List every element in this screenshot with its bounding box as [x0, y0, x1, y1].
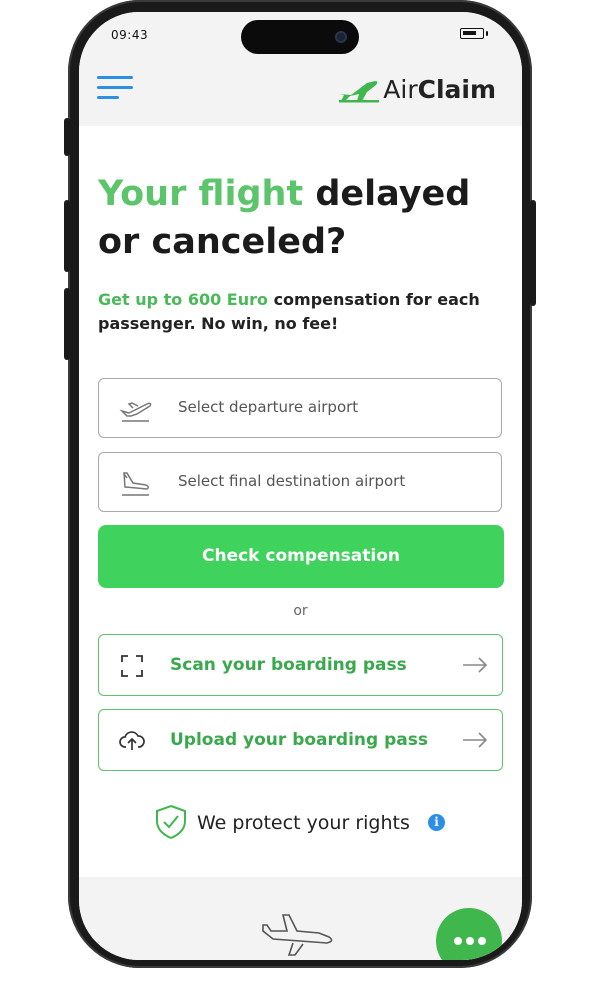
- trust-label: We protect your rights: [197, 812, 410, 834]
- dynamic-island: [241, 20, 359, 54]
- app-screen: 09:43 AirClaim Your flight delayed or ca…: [79, 12, 522, 960]
- status-time: 09:43: [111, 28, 149, 42]
- camera-icon: [335, 31, 347, 43]
- battery-nub: [486, 31, 488, 36]
- plane-illustration-icon: [262, 914, 333, 956]
- plane-logo-icon: [339, 81, 380, 103]
- upload-boarding-pass-button[interactable]: Upload your boarding pass: [98, 709, 503, 771]
- takeoff-icon: [119, 402, 152, 422]
- scan-label: Scan your boarding pass: [170, 655, 407, 675]
- menu-icon: [97, 86, 133, 89]
- info-icon[interactable]: i: [428, 814, 445, 831]
- arrow-right-icon: [463, 657, 488, 673]
- upload-label: Upload your boarding pass: [170, 730, 428, 750]
- phone-side-button: [64, 200, 70, 272]
- app-logo[interactable]: AirClaim: [337, 74, 496, 104]
- logo-suffix: Claim: [417, 74, 496, 104]
- or-divider: or: [293, 603, 308, 619]
- chat-dots-icon: [454, 937, 486, 945]
- phone-side-button: [64, 118, 70, 156]
- phone-side-button: [64, 288, 70, 360]
- scan-icon: [121, 655, 143, 677]
- arrow-right-icon: [463, 732, 488, 748]
- page-title: Your flight delayed or canceled?: [98, 170, 508, 266]
- phone-side-button: [530, 200, 536, 306]
- departure-airport-field[interactable]: Select departure airport: [98, 378, 502, 438]
- menu-icon: [97, 76, 133, 79]
- menu-button[interactable]: [97, 76, 135, 104]
- shield-check-icon: [156, 804, 186, 840]
- logo-prefix: Air: [383, 74, 418, 104]
- subtitle-highlight: Get up to 600 Euro: [98, 290, 268, 309]
- logo-text: AirClaim: [383, 75, 496, 104]
- upload-cloud-icon: [119, 731, 145, 750]
- headline-highlight: Your flight: [98, 174, 304, 214]
- check-compensation-button[interactable]: Check compensation: [98, 525, 504, 588]
- menu-icon: [97, 96, 119, 99]
- departure-placeholder: Select departure airport: [178, 398, 359, 416]
- landing-icon: [122, 472, 150, 496]
- battery-icon: [460, 28, 484, 39]
- trust-badge: We protect your rights i: [79, 804, 522, 844]
- subtitle: Get up to 600 Euro compensation for each…: [98, 288, 498, 336]
- destination-placeholder: Select final destination airport: [178, 472, 406, 490]
- scan-boarding-pass-button[interactable]: Scan your boarding pass: [98, 634, 503, 696]
- destination-airport-field[interactable]: Select final destination airport: [98, 452, 502, 512]
